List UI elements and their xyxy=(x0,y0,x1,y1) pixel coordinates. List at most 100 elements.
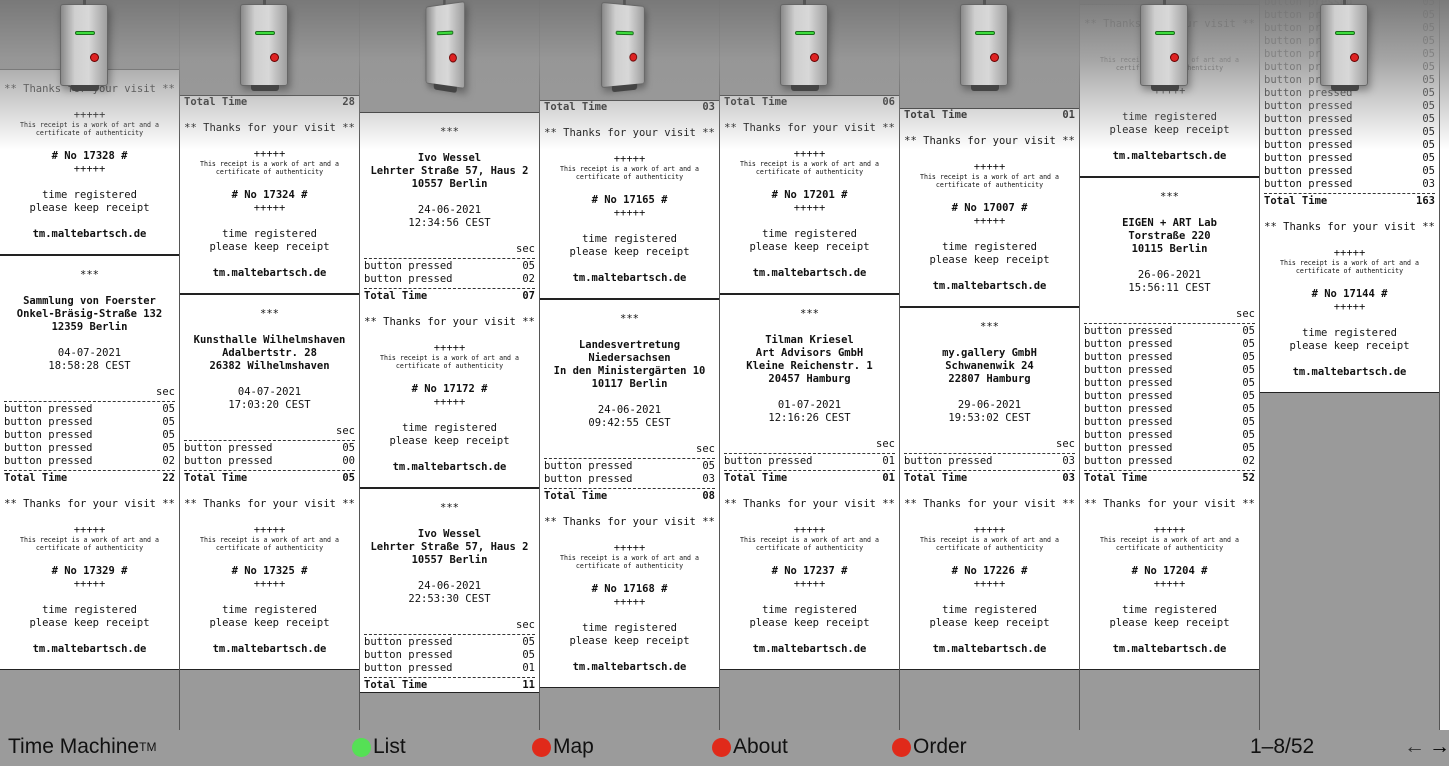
receipt-card: *** Kunsthalle Wilhelmshaven Adalbertstr. … xyxy=(180,294,359,670)
keep-line: please keep receipt xyxy=(1289,340,1410,352)
time-line: 19:53:02 CEST xyxy=(948,412,1031,424)
press-row: button pressed 05 xyxy=(1084,364,1255,377)
nav-about[interactable]: About xyxy=(712,735,788,759)
machine-part xyxy=(71,85,99,91)
press-value: 05 xyxy=(1422,35,1435,47)
time-machine-icon[interactable] xyxy=(780,0,828,91)
time-machine-icon[interactable] xyxy=(960,0,1008,91)
venue-line: Kleine Reichenstr. 1 xyxy=(746,360,873,372)
venue-line: Lehrter Straße 57, Haus 2 xyxy=(370,541,529,553)
press-value: 05 xyxy=(1242,338,1255,350)
total-value: 52 xyxy=(1242,472,1255,484)
divider xyxy=(364,634,535,635)
art-note: certificate of authenticity xyxy=(1295,266,1404,275)
keep-line: please keep receipt xyxy=(1109,124,1230,136)
art-note: certificate of authenticity xyxy=(755,167,864,176)
stars-line: *** xyxy=(440,126,459,138)
column-separator xyxy=(179,0,180,730)
venue-line: 22807 Hamburg xyxy=(948,373,1031,385)
site-link: tm.maltebartsch.de xyxy=(32,643,147,655)
nav-map[interactable]: Map xyxy=(532,735,594,759)
receipt-card: ** Thanks for your visit **+++++This rec… xyxy=(0,69,179,255)
press-row: button pressed 05 xyxy=(364,649,535,662)
press-row: button pressed 05 xyxy=(4,403,175,416)
press-row: button pressed 03 xyxy=(1264,178,1435,191)
receipt-card: Total Time 28 ** Thanks for your visit ** +… xyxy=(180,95,359,294)
keep-line: please keep receipt xyxy=(569,635,690,647)
led-indicator-icon xyxy=(436,30,454,36)
machine-part xyxy=(251,85,279,91)
time-machine-icon[interactable] xyxy=(425,0,466,94)
total-row: Total Time 05 xyxy=(184,472,355,485)
divider xyxy=(364,677,535,678)
press-value: 05 xyxy=(522,260,535,272)
time-machine-icon[interactable] xyxy=(601,0,645,93)
time-machine-icon[interactable] xyxy=(1140,0,1188,91)
press-row: button pressed 02 xyxy=(364,273,535,286)
time-machine-icon[interactable] xyxy=(1320,0,1368,91)
sec-label: sec xyxy=(336,425,355,437)
site-link: tm.maltebartsch.de xyxy=(572,661,687,673)
registered-line: time registered xyxy=(582,233,677,245)
arrow-left-icon[interactable]: ← xyxy=(1404,735,1425,759)
total-label: Total Time xyxy=(724,96,788,108)
keep-line: please keep receipt xyxy=(929,617,1050,629)
time-machine-icon[interactable] xyxy=(60,0,108,91)
receipt-card: *** Ivo Wessel Lehrter Straße 57, Haus 2 10… xyxy=(360,112,539,488)
nav-list[interactable]: List xyxy=(352,735,406,759)
venue-line: Kunsthalle Wilhelmshaven xyxy=(193,334,346,346)
thanks-line: ** Thanks for your visit ** xyxy=(184,498,355,510)
date-line: 24-06-2021 xyxy=(597,404,662,416)
arrow-right-icon[interactable]: → xyxy=(1429,735,1449,759)
press-label: button pressed xyxy=(544,473,633,485)
press-value: 05 xyxy=(1242,364,1255,376)
total-label: Total Time xyxy=(1084,472,1148,484)
time-line: 17:03:20 CEST xyxy=(228,399,311,411)
red-button-icon xyxy=(90,53,99,62)
registered-line: time registered xyxy=(222,604,317,616)
red-button-icon xyxy=(629,52,638,62)
trademark: TM xyxy=(139,740,157,754)
site-title[interactable]: Time Machine TM xyxy=(8,735,156,759)
stars-line: +++++ xyxy=(1153,578,1186,590)
led-indicator-icon xyxy=(255,31,275,35)
press-value: 05 xyxy=(1422,61,1435,73)
press-label: button pressed xyxy=(1264,113,1353,125)
total-label: Total Time xyxy=(904,109,968,121)
receipt-number: # No 17201 # xyxy=(771,189,848,201)
art-note: certificate of authenticity xyxy=(575,561,684,570)
press-row: button pressed 03 xyxy=(544,473,715,486)
receipt-card: *** Landesvertretung Niedersachsen In den M… xyxy=(540,299,719,688)
total-row: Total Time 06 xyxy=(724,96,895,109)
press-row: button pressed 05 xyxy=(4,416,175,429)
nav-order[interactable]: Order xyxy=(892,735,967,759)
time-machine-icon[interactable] xyxy=(240,0,288,91)
site-link: tm.maltebartsch.de xyxy=(32,228,147,240)
stars-line: +++++ xyxy=(73,578,106,590)
stars-line: *** xyxy=(440,502,459,514)
sec-label: sec xyxy=(1236,308,1255,320)
receipt-wall[interactable]: ** Thanks for your visit **+++++This rec… xyxy=(0,0,1449,730)
receipt-column: Total Time 28 ** Thanks for your visit ** +… xyxy=(180,0,359,730)
